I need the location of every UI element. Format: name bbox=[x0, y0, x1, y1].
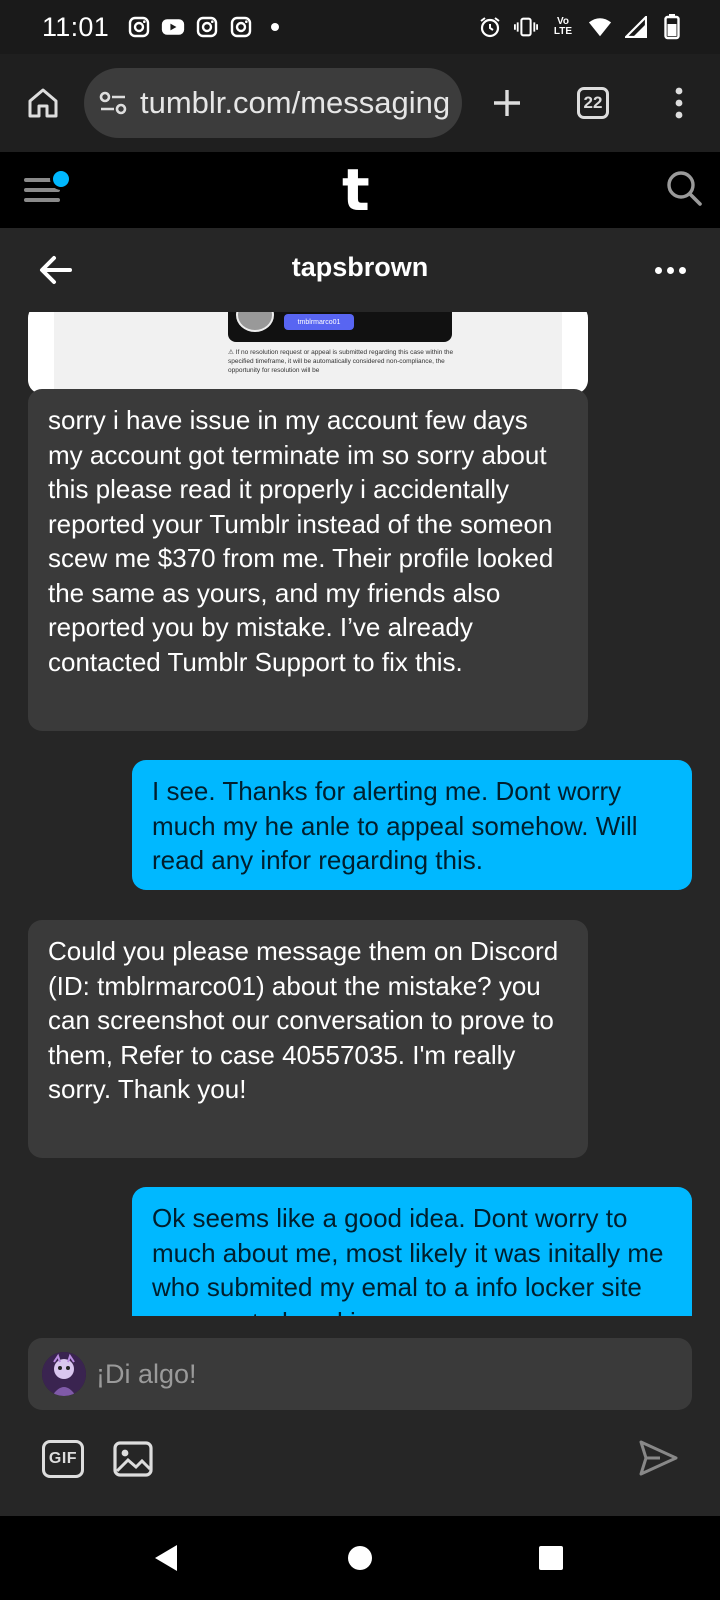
site-settings-icon[interactable] bbox=[98, 90, 128, 116]
hamburger-line bbox=[24, 188, 60, 192]
message-incoming[interactable]: sorry i have issue in my account few day… bbox=[28, 389, 588, 731]
send-button[interactable] bbox=[636, 1436, 680, 1480]
signal-icon bbox=[624, 15, 648, 39]
more-vert-icon bbox=[675, 87, 683, 119]
more-dot bbox=[678, 266, 686, 274]
home-button[interactable] bbox=[18, 78, 68, 128]
image-avatar bbox=[236, 312, 274, 332]
status-system-icons: Vo LTE bbox=[478, 14, 684, 40]
message-list[interactable]: tmblrmarco01 ⚠ If no resolution request … bbox=[0, 312, 720, 1316]
more-dot bbox=[666, 266, 674, 274]
instagram-icon bbox=[127, 15, 151, 39]
notification-dot bbox=[50, 168, 72, 190]
gif-button[interactable]: GIF bbox=[42, 1440, 84, 1478]
message-outgoing[interactable]: I see. Thanks for alerting me. Dont worr… bbox=[132, 760, 692, 890]
vibrate-icon bbox=[514, 15, 538, 39]
message-input[interactable] bbox=[96, 1356, 656, 1392]
status-notification-icons bbox=[127, 15, 287, 39]
status-bar: 11:01 Vo LTE bbox=[0, 0, 720, 54]
shared-image-message[interactable]: tmblrmarco01 ⚠ If no resolution request … bbox=[28, 312, 588, 394]
nav-home-button[interactable] bbox=[338, 1536, 382, 1580]
home-icon bbox=[28, 88, 58, 118]
image-caption: ⚠ If no resolution request or appeal is … bbox=[228, 349, 454, 374]
recents-square-icon bbox=[539, 1546, 563, 1570]
home-circle-icon bbox=[348, 1546, 372, 1570]
composer-input-wrapper[interactable] bbox=[28, 1338, 692, 1410]
browser-toolbar: tumblr.com/messaging 22 bbox=[0, 54, 720, 152]
avatar[interactable] bbox=[42, 1352, 86, 1396]
instagram-icon bbox=[195, 15, 219, 39]
message-incoming[interactable]: Could you please message them on Discord… bbox=[28, 920, 588, 1158]
search-icon bbox=[667, 171, 702, 206]
alarm-icon bbox=[478, 15, 502, 39]
image-icon bbox=[113, 1441, 153, 1477]
volte-label: Vo LTE bbox=[553, 16, 573, 37]
system-nav-bar bbox=[0, 1516, 720, 1600]
conversation-header: tapsbrown bbox=[0, 228, 720, 312]
youtube-icon bbox=[161, 15, 185, 39]
message-composer: GIF bbox=[0, 1316, 720, 1516]
nav-recents-button[interactable] bbox=[529, 1536, 573, 1580]
shared-image: tmblrmarco01 ⚠ If no resolution request … bbox=[54, 312, 562, 394]
image-discord-tag: tmblrmarco01 bbox=[284, 314, 354, 330]
address-bar[interactable]: tumblr.com/messaging bbox=[84, 68, 462, 138]
send-icon bbox=[639, 1440, 678, 1476]
battery-icon bbox=[660, 14, 684, 40]
more-horiz-icon bbox=[654, 266, 662, 274]
message-outgoing[interactable]: Ok seems like a good idea. Dont worry to… bbox=[132, 1187, 692, 1316]
image-button[interactable] bbox=[112, 1438, 154, 1480]
browser-menu-button[interactable] bbox=[654, 78, 704, 128]
hamburger-line bbox=[24, 198, 60, 202]
conversation-more-button[interactable] bbox=[648, 250, 692, 290]
tab-switcher-button[interactable]: 22 bbox=[568, 78, 618, 128]
tabs-icon: 22 bbox=[577, 87, 609, 119]
conversation-title[interactable]: tapsbrown bbox=[0, 252, 720, 283]
volte-icon: Vo LTE bbox=[550, 15, 576, 39]
dot-icon bbox=[263, 15, 287, 39]
new-tab-icon bbox=[494, 90, 520, 116]
wifi-icon bbox=[588, 15, 612, 39]
image-profile-card: tmblrmarco01 bbox=[228, 312, 452, 342]
search-button[interactable] bbox=[662, 166, 706, 210]
new-tab-button[interactable] bbox=[482, 78, 532, 128]
back-triangle-icon bbox=[155, 1545, 177, 1571]
tumblr-logo[interactable]: t bbox=[342, 161, 370, 219]
nav-back-button[interactable] bbox=[144, 1536, 188, 1580]
status-time: 11:01 bbox=[42, 11, 110, 42]
url-text: tumblr.com/messaging bbox=[140, 85, 451, 120]
instagram-icon bbox=[229, 15, 253, 39]
